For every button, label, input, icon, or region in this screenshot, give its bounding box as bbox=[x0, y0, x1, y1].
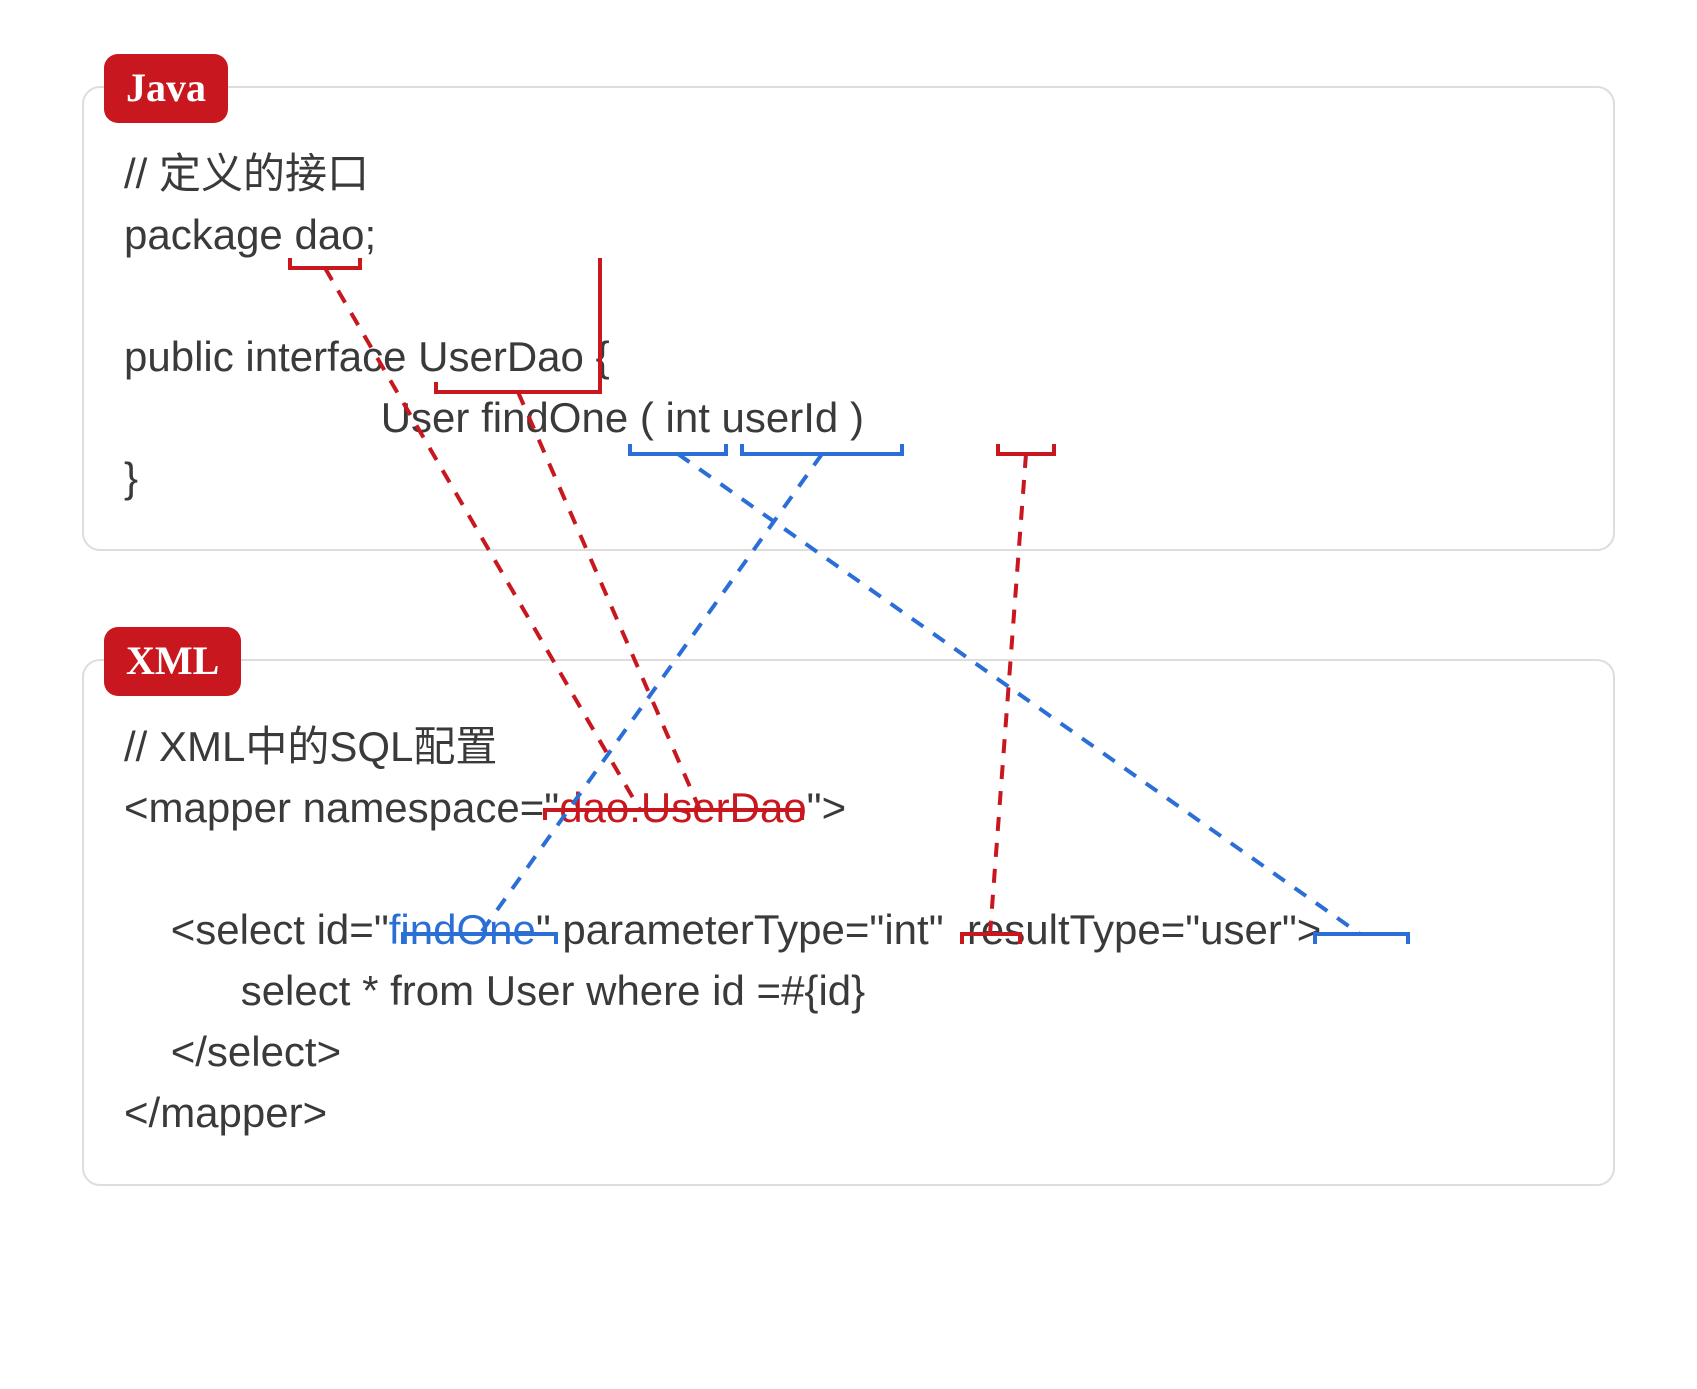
xml-select-prefix: <select id=" bbox=[171, 906, 389, 953]
java-method-return: User bbox=[381, 394, 470, 441]
xml-result-type: user bbox=[1200, 906, 1282, 953]
java-method-param-type: int bbox=[666, 394, 710, 441]
xml-mapper-open-prefix: <mapper namespace=" bbox=[124, 784, 559, 831]
java-method-param-name: userId bbox=[722, 394, 839, 441]
java-interface-name: UserDao bbox=[418, 333, 584, 380]
xml-mapper-close: </mapper> bbox=[124, 1089, 327, 1136]
java-code-block: Java // 定义的接口 package dao; public interf… bbox=[82, 86, 1615, 551]
java-code: // 定义的接口 package dao; public interface U… bbox=[124, 144, 1573, 509]
java-package-name: dao bbox=[294, 211, 364, 258]
java-method-name: findOne bbox=[481, 394, 628, 441]
diagram-container: Java // 定义的接口 package dao; public interf… bbox=[38, 10, 1659, 1380]
java-tag: Java bbox=[104, 54, 228, 123]
java-brace-close: } bbox=[124, 454, 138, 501]
java-interface-prefix: public interface bbox=[124, 333, 418, 380]
xml-mapper-open-suffix: "> bbox=[807, 784, 846, 831]
java-package-keyword: package bbox=[124, 211, 294, 258]
java-method-indent bbox=[124, 394, 381, 441]
xml-code: // XML中的SQL配置 <mapper namespace="dao.Use… bbox=[124, 717, 1573, 1143]
java-comment: // 定义的接口 bbox=[124, 150, 369, 197]
xml-select-close: </select> bbox=[171, 1028, 341, 1075]
xml-select-id: findOne bbox=[389, 906, 536, 953]
xml-sql-body: select * from User where id =#{id} bbox=[241, 967, 865, 1014]
java-interface-open: { bbox=[584, 333, 610, 380]
xml-code-block: XML // XML中的SQL配置 <mapper namespace="dao… bbox=[82, 659, 1615, 1185]
xml-tag: XML bbox=[104, 627, 241, 696]
java-package-semicolon: ; bbox=[365, 211, 377, 258]
xml-namespace: dao.UserDao bbox=[559, 784, 806, 831]
xml-comment: // XML中的SQL配置 bbox=[124, 723, 497, 770]
xml-param-type: int bbox=[884, 906, 928, 953]
